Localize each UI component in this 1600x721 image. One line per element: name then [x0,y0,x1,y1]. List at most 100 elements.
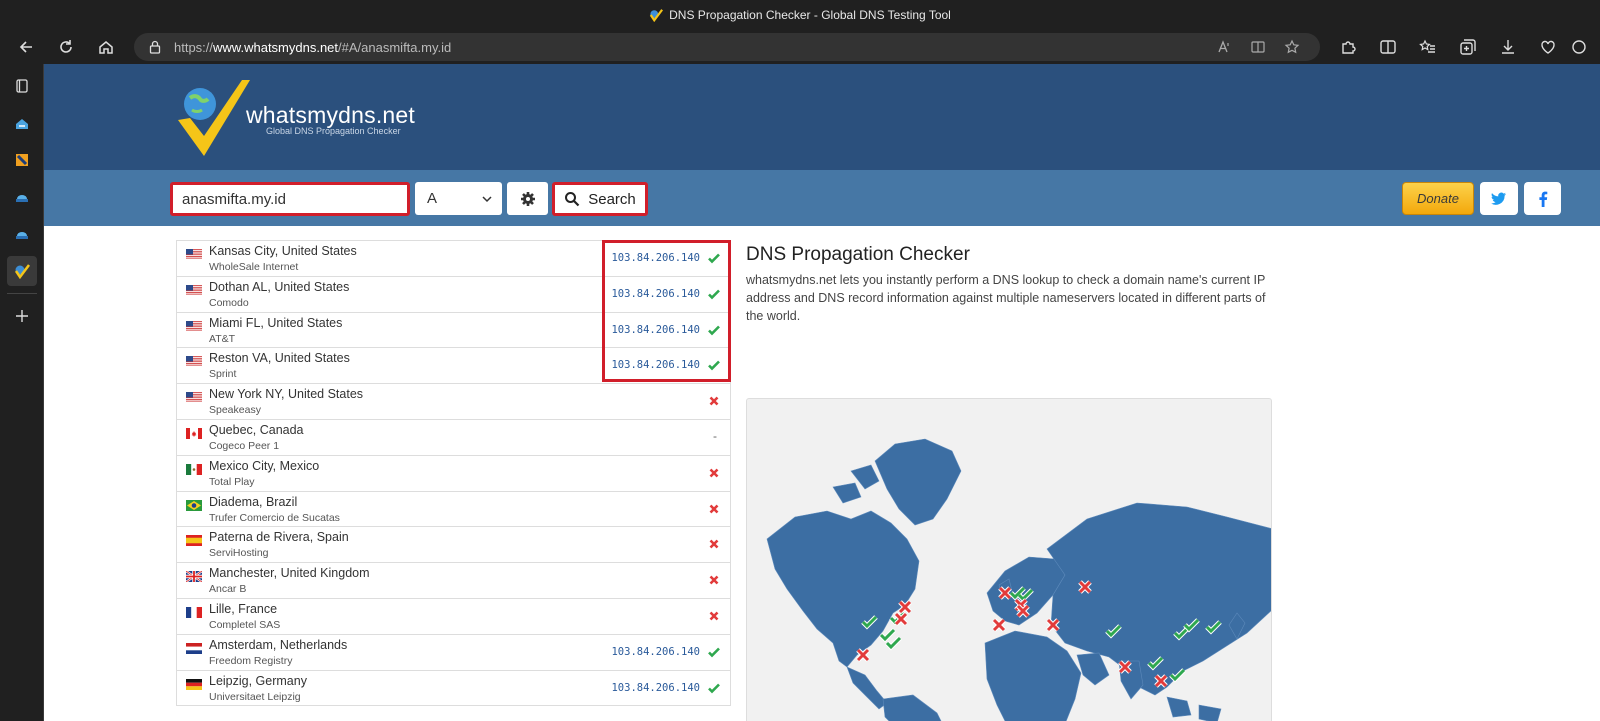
flag-us-icon [186,284,202,296]
logo-wordmark: whatsmydns.net [246,102,415,128]
result-row[interactable]: New York NY, United States Speakeasy [176,384,731,420]
favorites-list-icon [1419,39,1435,53]
result-location: Reston VA, United States [209,351,350,366]
result-row[interactable]: Diadema, Brazil Trufer Comercio de Sucata… [176,491,731,528]
result-row[interactable]: Quebec, Canada Cogeco Peer 1 - [176,419,731,456]
search-button[interactable]: Search [552,182,648,216]
cloud-house-icon [16,119,28,129]
result-row[interactable]: Manchester, United Kingdom Ancar B [176,563,731,599]
flag-fr-icon [186,606,202,618]
result-location: Leipzig, Germany [209,673,307,688]
flag-mx-icon [186,463,202,475]
refresh-icon [60,40,72,53]
world-map[interactable] [746,398,1272,721]
map-cross-marker [998,586,1012,600]
domain-input[interactable] [170,182,410,216]
facebook-button[interactable] [1524,182,1561,215]
puzzle-icon [1342,41,1356,54]
check-icon [708,289,720,300]
result-row[interactable]: Mexico City, Mexico Total Play [176,455,731,492]
tab-item-whatsmydns[interactable] [7,256,37,286]
check-icon [708,325,720,335]
result-provider: Cogeco Peer 1 [209,439,280,452]
copilot-button[interactable] [1570,30,1592,64]
flag-gb-icon [186,571,202,583]
result-ip[interactable]: 103.84.206.140 [611,646,700,658]
result-ip[interactable]: 103.84.206.140 [611,252,700,264]
back-button[interactable] [6,30,46,64]
refresh-button[interactable] [46,30,86,64]
result-provider: AT&T [209,332,236,345]
read-aloud-icon[interactable] [1216,39,1232,55]
result-row[interactable]: Amsterdam, Netherlands Freedom Registry 10… [176,634,731,671]
collections-button[interactable] [1450,30,1486,64]
result-location: Amsterdam, Netherlands [209,637,348,652]
result-location: Mexico City, Mexico [209,458,320,473]
cross-icon [709,396,719,406]
result-row[interactable]: Miami FL, United States AT&T 103.84.206.14… [176,312,731,349]
result-row[interactable]: Dothan AL, United States Comodo 103.84.206… [176,276,731,313]
result-location: Dothan AL, United States [209,279,350,294]
web-page: whatsmydns.net Global DNS Propagation Ch… [44,64,1600,721]
results-list: Kansas City, United States WholeSale Inte… [176,240,731,707]
url-prefix: https:// [174,39,214,55]
address-bar[interactable]: https://www.whatsmydns.net/#A/anasmifta.… [134,33,1320,61]
search-button-label: Search [588,190,636,208]
result-no-response: - [713,428,717,443]
download-icon [1502,40,1514,54]
tab-item-3[interactable] [7,182,37,212]
browser-essentials-button[interactable] [1530,30,1566,64]
map-cross-marker [1078,580,1092,594]
result-row[interactable]: Reston VA, United States Sprint 103.84.206… [176,348,731,385]
cross-icon [709,539,719,549]
result-ip[interactable]: 103.84.206.140 [611,288,700,300]
twitter-button[interactable] [1480,182,1518,215]
flag-ca-icon [186,427,202,439]
map-check-marker [885,636,902,651]
result-row[interactable]: Kansas City, United States WholeSale Inte… [176,241,731,277]
sidebar-divider [7,293,37,294]
toolbar-icons [1330,30,1592,64]
donate-button[interactable]: Donate [1402,182,1474,215]
map-cross-marker [1118,660,1132,674]
result-location: Lille, France [209,601,278,616]
extensions-button[interactable] [1330,30,1366,64]
home-button[interactable] [86,30,126,64]
result-provider: Comodo [209,296,249,309]
tab-item-1[interactable] [7,108,37,138]
logo-tagline: Global DNS Propagation Checker [266,126,401,136]
reader-view-icon[interactable] [1250,39,1266,55]
new-tab-button[interactable] [7,301,37,331]
result-ip[interactable]: 103.84.206.140 [611,359,700,371]
info-description: whatsmydns.net lets you instantly perfor… [746,273,1266,323]
map-cross-marker [856,648,870,662]
result-row[interactable]: Leipzig, Germany Universitaet Leipzig 103.… [176,670,731,707]
chevron-down-icon [482,196,492,203]
flag-us-icon [186,392,202,404]
split-screen-button[interactable] [1370,30,1406,64]
flag-br-icon [186,499,202,511]
result-location: New York NY, United States [209,387,364,402]
flag-es-icon [186,535,202,547]
favorites-button[interactable] [1410,30,1446,64]
result-ip[interactable]: 103.84.206.140 [611,682,700,694]
settings-button[interactable] [507,182,548,215]
tab-actions-button[interactable] [7,71,37,101]
result-ip[interactable]: 103.84.206.140 [611,324,700,336]
record-type-select[interactable]: A [415,182,502,215]
gear-icon [520,191,535,206]
check-icon [708,360,720,371]
tab-item-4[interactable] [7,219,37,249]
result-row[interactable]: Lille, France Completel SAS [176,598,731,635]
check-icon [708,253,720,264]
document-app-icon [16,154,28,166]
result-provider: Speakeasy [209,404,261,417]
map-cross-marker [1016,604,1030,618]
heart-pulse-icon [1541,40,1555,54]
tab-item-2[interactable] [7,145,37,175]
downloads-button[interactable] [1490,30,1526,64]
favorite-star-icon[interactable] [1284,39,1300,55]
result-row[interactable]: Paterna de Rivera, Spain ServiHosting [176,527,731,564]
map-cross-marker [894,612,908,626]
facebook-icon [1538,191,1547,207]
